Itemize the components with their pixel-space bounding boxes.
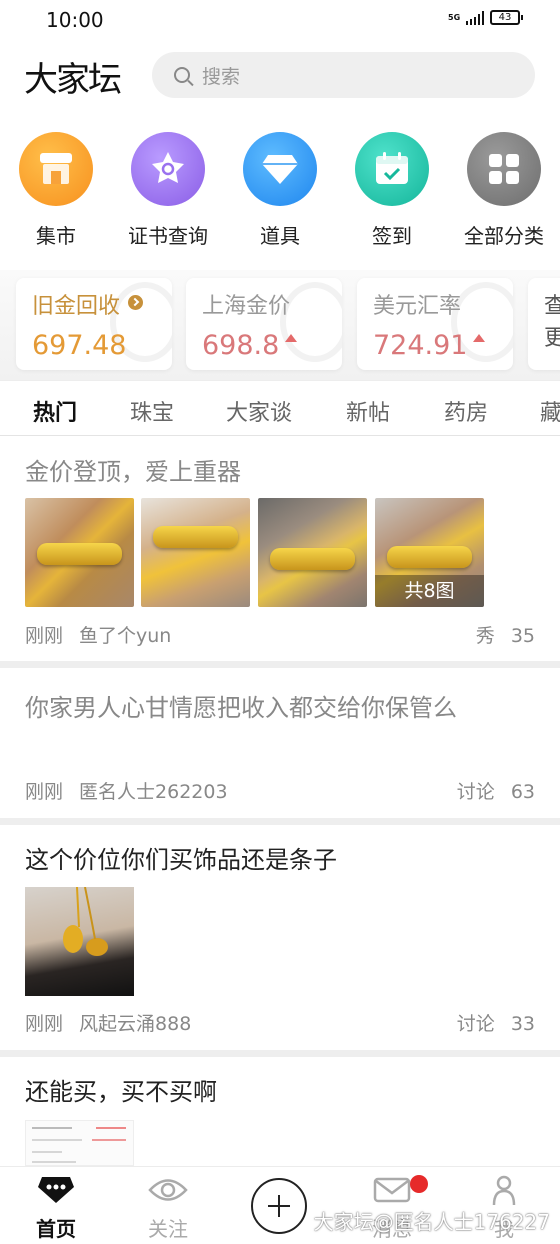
watermark: 大家坛@匿名人士176227 [313,1210,550,1234]
category-label: 道具 [260,224,300,248]
post-count: 35 [510,625,535,647]
feed-tabs: 热门 珠宝 大家谈 新帖 药房 藏 [0,380,560,436]
tab-hot[interactable]: 热门 [33,395,77,427]
post-category: 讨论 [456,781,495,803]
eye-icon [148,1179,188,1201]
doc-line [32,1151,62,1153]
price-strip: 旧金回收 697.48 上海金价 698.8 美元汇率 724.91 查 更 [0,270,560,380]
trend-up-icon [285,334,298,342]
post-meta: 刚刚 风起云涌888 讨论 33 [25,1009,535,1036]
person-icon [492,1175,516,1206]
bangle-shape [153,526,238,548]
nav-label: 首页 [36,1217,76,1241]
app-screen: 10:00 5G 43 大家坛 搜索 集市 证书查询 道具 签到 全部分类 旧金… [0,0,560,1244]
doc-line [32,1139,82,1141]
category-label: 签到 [372,224,412,248]
post-title[interactable]: 这个价位你们买饰品还是条子 [25,840,525,880]
network-label: 5G [448,12,461,22]
post-time: 刚刚 [25,1013,64,1035]
post-author[interactable]: 风起云涌888 [79,1013,191,1035]
price-subtitle: 更 [544,326,560,351]
post-image[interactable] [25,1120,134,1166]
post-separator [0,661,560,668]
category-label: 全部分类 [464,224,544,248]
chevron-right-icon [128,295,144,310]
search-bar[interactable]: 搜索 [152,52,535,98]
signal-icon [466,10,484,25]
doc-line [32,1161,76,1163]
price-title: 旧金回收 [32,288,144,320]
category-label: 证书查询 [128,224,208,248]
grid-icon [467,132,541,206]
battery-icon: 43 [490,10,523,25]
price-card-shanghai-gold[interactable]: 上海金价 698.8 [186,278,342,370]
category-all[interactable]: 全部分类 [448,132,560,249]
nav-follow[interactable]: 关注 [128,1175,208,1242]
doc-line [32,1127,72,1129]
notification-dot [410,1175,428,1193]
shop-icon [19,132,93,206]
nav-home[interactable]: 首页 [16,1175,96,1242]
price-title: 上海金价 [202,294,291,319]
tab-more[interactable]: 藏 [540,395,560,427]
tab-pharmacy[interactable]: 药房 [444,395,488,427]
image-count-badge: 共8图 [375,575,484,607]
price-title: 查 [544,294,560,319]
post-author[interactable]: 鱼了个yun [79,625,171,647]
home-chat-icon [38,1177,74,1203]
post-count: 33 [510,1013,535,1035]
price-card-more[interactable]: 查 更 [528,278,560,370]
post-image[interactable]: 共8图 [375,498,484,607]
post-image[interactable] [25,498,134,607]
tab-jewelry[interactable]: 珠宝 [130,395,174,427]
category-certificate[interactable]: 证书查询 [112,132,224,249]
post-meta: 刚刚 匿名人士262203 讨论 63 [25,777,535,804]
bangle-shape [37,543,122,565]
bangle-shape [387,546,472,568]
post-author[interactable]: 匿名人士262203 [79,781,228,803]
post-category: 讨论 [456,1013,495,1035]
doc-line [92,1139,126,1141]
post-image[interactable] [141,498,250,607]
price-card-usd-rate[interactable]: 美元汇率 724.91 [357,278,513,370]
price-value-row: 698.8 [202,330,298,361]
trend-up-icon [473,334,486,342]
app-logo: 大家坛 [24,60,122,100]
post-separator [0,818,560,825]
search-placeholder: 搜索 [202,65,241,88]
certificate-search-icon [131,132,205,206]
doc-line [96,1127,126,1129]
category-market[interactable]: 集市 [0,132,112,249]
new-post-plus-icon[interactable] [251,1178,307,1234]
mail-icon [373,1177,411,1203]
post-title[interactable]: 还能买，买不买啊 [25,1072,525,1112]
tab-new-posts[interactable]: 新帖 [346,395,390,427]
status-indicators: 5G 43 [448,10,523,25]
tab-discussion[interactable]: 大家谈 [226,395,292,427]
post-category: 秀 [475,625,495,647]
post-image[interactable] [258,498,367,607]
post-title[interactable]: 金价登顶，爱上重器 [25,452,525,492]
gold-pendant-shape [63,887,108,956]
post-separator [0,1050,560,1057]
price-card-gold-recycle[interactable]: 旧金回收 697.48 [16,278,172,370]
post-time: 刚刚 [25,781,64,803]
calendar-checkin-icon [355,132,429,206]
post-title[interactable]: 你家男人心甘情愿把收入都交给你保管么 [25,688,525,728]
post-time: 刚刚 [25,625,64,647]
search-icon [174,67,190,83]
category-props[interactable]: 道具 [224,132,336,249]
diamond-icon [243,132,317,206]
category-label: 集市 [36,224,76,248]
bangle-shape [270,548,355,570]
nav-label: 关注 [148,1217,188,1241]
post-meta: 刚刚 鱼了个yun 秀 35 [25,621,535,648]
post-count: 63 [510,781,535,803]
category-checkin[interactable]: 签到 [336,132,448,249]
price-value: 697.48 [32,330,127,361]
status-time: 10:00 [46,8,104,32]
price-value-row: 724.91 [373,330,486,361]
price-title: 美元汇率 [373,294,462,319]
post-image[interactable] [25,887,134,996]
